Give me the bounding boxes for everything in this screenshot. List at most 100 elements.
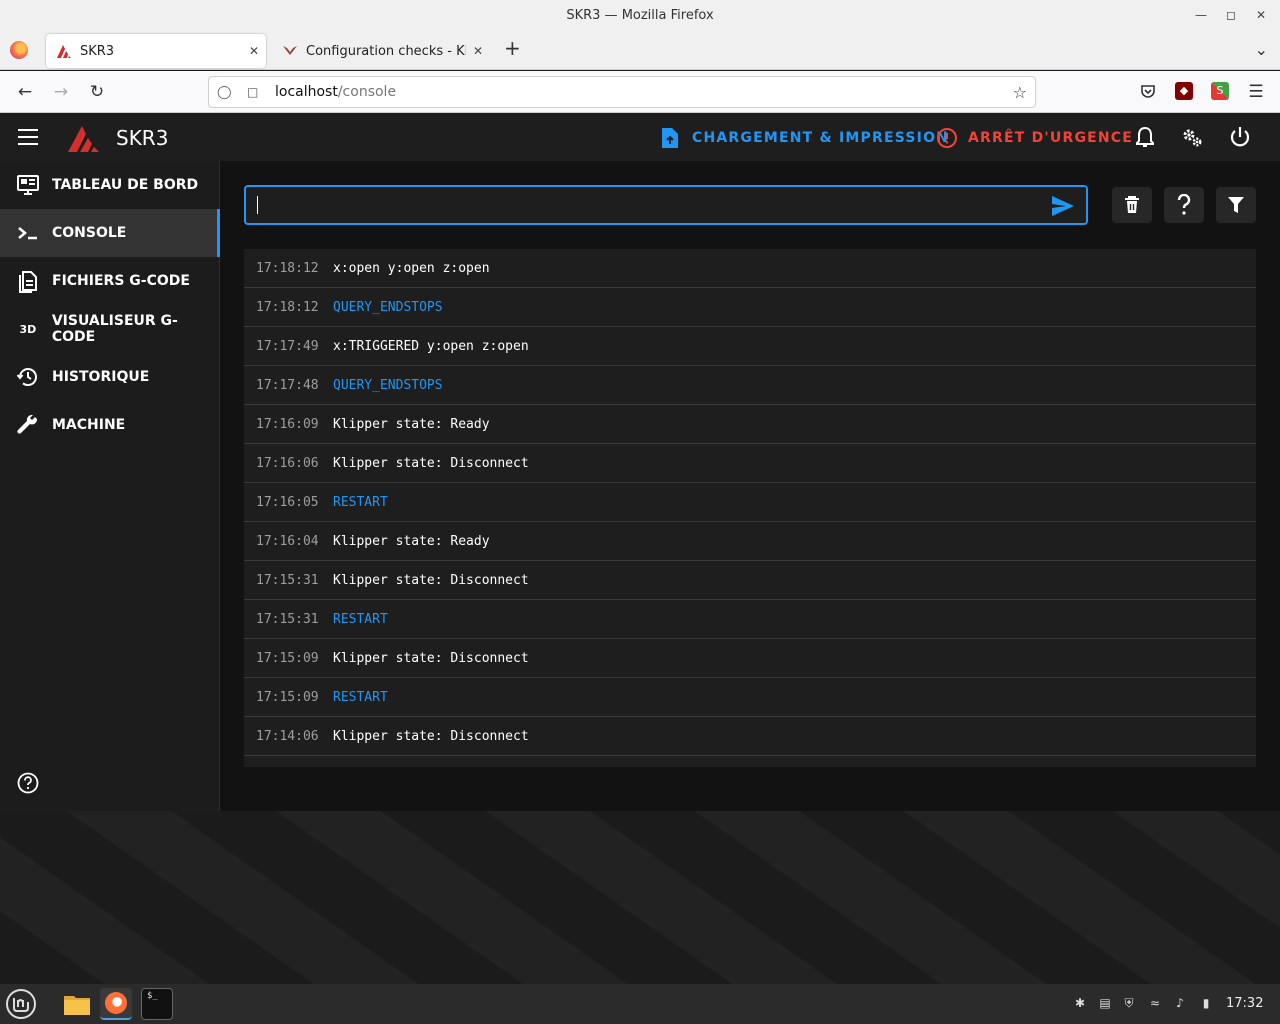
power-icon[interactable]	[1228, 125, 1252, 149]
linux-mint-menu-icon[interactable]	[5, 988, 37, 1020]
console-entry-time: 17:16:05	[256, 494, 319, 510]
console-command-input[interactable]	[244, 185, 1088, 225]
console-entry-time: 17:17:49	[256, 338, 319, 354]
console-entry: 17:15:31 RESTART	[244, 600, 1256, 639]
console-filter-button[interactable]	[1216, 187, 1256, 223]
emergency-stop-button[interactable]: ARRÊT D'URGENCE	[936, 127, 1133, 149]
firefox-logo-icon[interactable]	[10, 41, 28, 59]
text-caret	[257, 196, 258, 214]
close-tab-icon[interactable]: ✕	[242, 44, 266, 58]
console-entry: 17:14:06 Klipper state: Disconnect	[244, 717, 1256, 756]
console-entry: 17:16:05 RESTART	[244, 483, 1256, 522]
upload-label: CHARGEMENT & IMPRESSION	[692, 130, 950, 146]
close-window-button[interactable]: ✕	[1246, 0, 1276, 30]
console-entry-command[interactable]: RESTART	[333, 612, 388, 627]
upload-and-print-button[interactable]: CHARGEMENT & IMPRESSION	[660, 127, 949, 149]
sidebar-item-label: CONSOLE	[52, 225, 127, 241]
console-entry-time: 17:15:09	[256, 689, 319, 705]
console-entry-message: x:TRIGGERED y:open z:open	[333, 338, 529, 354]
console-entry-time: 17:15:31	[256, 572, 319, 588]
console-entry: 17:16:06 Klipper state: Disconnect	[244, 444, 1256, 483]
send-icon[interactable]	[1050, 193, 1076, 219]
sidebar-item-history[interactable]: HISTORIQUE	[0, 353, 220, 401]
3d-icon: 3D	[19, 322, 37, 336]
console-entry: 17:15:09 RESTART	[244, 678, 1256, 717]
wifi-icon[interactable]: ≈	[1147, 996, 1163, 1012]
new-tab-button[interactable]: +	[504, 36, 521, 60]
list-all-tabs-icon[interactable]: ⌄	[1255, 40, 1268, 59]
shield-icon[interactable]: ⛨	[1121, 996, 1137, 1012]
tab-title: SKR3	[80, 43, 115, 59]
console-entry-time: 17:18:12	[256, 260, 319, 276]
url-path: /console	[337, 84, 397, 100]
console-entry-time: 17:16:04	[256, 533, 319, 549]
maximize-button[interactable]: ◻	[1216, 0, 1246, 30]
extension-icon[interactable]: S	[1211, 82, 1229, 100]
mainsail-favicon-icon	[57, 45, 71, 58]
ublock-icon[interactable]: ◆	[1175, 82, 1193, 100]
clipboard-icon[interactable]: ▤	[1097, 996, 1113, 1012]
url-bar[interactable]: ◯ □ localhost/console ☆	[208, 76, 1036, 108]
tab-strip: SKR3 ✕ Configuration checks - Klipp ✕ + …	[0, 30, 1280, 70]
sidebar-item-gcode-viewer[interactable]: 3D VISUALISEUR G-CODE	[0, 305, 220, 353]
navigation-bar: ← → ↻ ◯ □ localhost/console ☆ ◆ S ☰	[0, 71, 1280, 113]
question-mark-icon	[1177, 194, 1191, 215]
trash-icon	[1125, 196, 1139, 213]
close-tab-icon[interactable]: ✕	[466, 44, 490, 58]
page-info-icon[interactable]: □	[247, 85, 263, 99]
minimize-button[interactable]: —	[1186, 0, 1216, 30]
url-text[interactable]: localhost/console	[275, 84, 396, 100]
sidebar-item-label: HISTORIQUE	[52, 369, 150, 385]
bell-icon[interactable]	[1133, 125, 1157, 149]
console-entry-time: 17:15:31	[256, 611, 319, 627]
sidebar-item-label: VISUALISEUR G-CODE	[51, 313, 178, 345]
terminal-prompt-glyph: $_	[147, 991, 158, 1001]
console-entry: 17:17:48 QUERY_ENDSTOPS	[244, 366, 1256, 405]
console-entry-command[interactable]: QUERY_ENDSTOPS	[333, 300, 443, 315]
sidebar-item-dashboard[interactable]: TABLEAU DE BORD	[0, 161, 220, 209]
sidebar-item-machine[interactable]: MACHINE	[0, 401, 220, 449]
console-entry-message: Klipper state: Ready	[333, 533, 490, 549]
sidebar-item-console[interactable]: CONSOLE	[0, 209, 220, 257]
pocket-icon[interactable]	[1139, 82, 1157, 100]
battery-icon[interactable]: ▮	[1198, 996, 1214, 1012]
firefox-taskbar-item[interactable]	[100, 988, 132, 1020]
forward-button[interactable]: →	[50, 81, 72, 103]
console-entry-command[interactable]: QUERY_ENDSTOPS	[333, 378, 443, 393]
app-menu-icon[interactable]: ☰	[1245, 81, 1267, 103]
tab-skr3[interactable]: SKR3 ✕	[46, 34, 266, 68]
reload-button[interactable]: ↻	[86, 81, 108, 103]
command-help-button[interactable]	[1164, 187, 1204, 223]
taskbar-clock[interactable]: 17:32	[1226, 996, 1263, 1011]
console-entry: 17:17:49 x:TRIGGERED y:open z:open	[244, 327, 1256, 366]
console-entry: 17:15:09 Klipper state: Disconnect	[244, 639, 1256, 678]
emergency-stop-label: ARRÊT D'URGENCE	[968, 130, 1134, 146]
filter-icon	[1228, 197, 1244, 213]
sidebar-item-gcode-files[interactable]: FICHIERS G-CODE	[0, 257, 220, 305]
menu-toggle-icon[interactable]	[18, 129, 38, 145]
firefox-icon	[105, 992, 127, 1014]
console-entry-time: 17:17:48	[256, 377, 319, 393]
back-button[interactable]: ←	[14, 81, 36, 103]
clear-console-button[interactable]	[1112, 187, 1152, 223]
console-entry-command[interactable]: RESTART	[333, 495, 388, 510]
terminal-icon[interactable]: $_	[141, 988, 173, 1020]
volume-icon[interactable]: ♪	[1172, 996, 1188, 1012]
bookmark-star-icon[interactable]: ☆	[1013, 83, 1027, 102]
file-manager-icon[interactable]	[61, 988, 93, 1020]
settings-cogs-icon[interactable]	[1180, 125, 1204, 149]
printer-name[interactable]: SKR3	[116, 126, 168, 150]
console-entry-message: Klipper state: Disconnect	[333, 455, 529, 471]
file-upload-icon	[662, 128, 678, 148]
url-host: localhost	[275, 84, 338, 100]
tracking-shield-icon[interactable]: ◯	[217, 85, 233, 100]
console-entry-time: 17:16:06	[256, 455, 319, 471]
console-log[interactable]: 17:18:12 x:open y:open z:open 17:18:12 QUER…	[244, 249, 1256, 767]
bluetooth-icon[interactable]: ✱	[1072, 996, 1088, 1012]
console-entry: 17:18:12 x:open y:open z:open	[244, 249, 1256, 288]
help-circle-icon[interactable]	[17, 772, 39, 794]
console-entry-command[interactable]: RESTART	[333, 690, 388, 705]
tab-configuration-checks[interactable]: Configuration checks - Klipp ✕	[272, 34, 490, 68]
history-icon	[16, 368, 37, 387]
sidebar-item-label: TABLEAU DE BORD	[52, 177, 199, 193]
